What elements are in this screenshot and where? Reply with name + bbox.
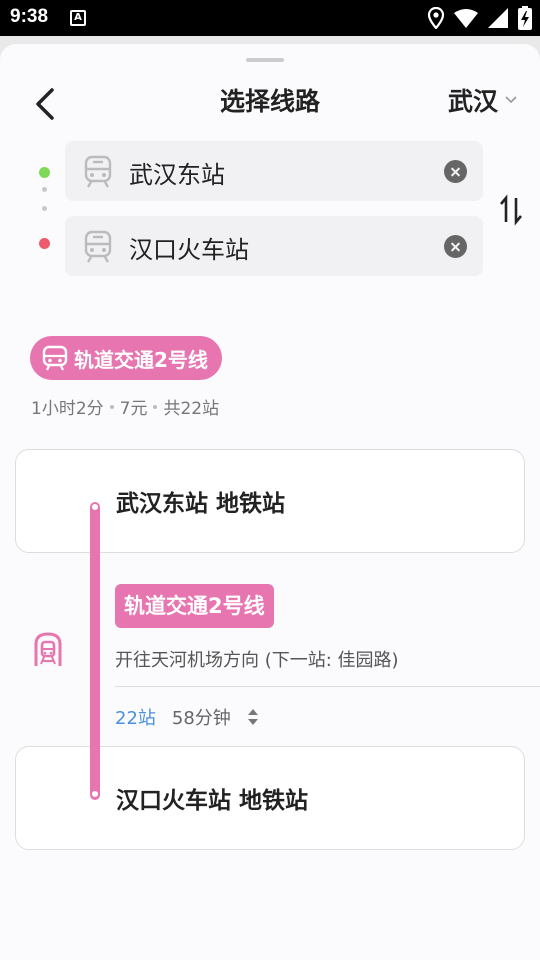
segment-stops-toggle[interactable]: 22站 58分钟 xyxy=(115,704,259,730)
swap-vertical-icon xyxy=(500,194,522,226)
route-line-bar xyxy=(90,502,100,800)
train-icon xyxy=(83,230,113,268)
clear-destination-button[interactable] xyxy=(444,235,467,258)
notification-a-icon: A xyxy=(70,10,86,26)
segment-stops: 22站 xyxy=(115,708,156,729)
route-dot xyxy=(42,206,47,211)
route-stops-total: 共22站 xyxy=(163,399,220,419)
location-icon xyxy=(427,6,445,33)
expand-updown-icon xyxy=(247,709,258,725)
line-start-dot xyxy=(92,504,98,510)
chevron-down-icon xyxy=(505,96,517,104)
divider xyxy=(115,686,540,687)
start-station-name: 武汉东站 地铁站 xyxy=(116,491,286,517)
city-selector[interactable]: 武汉 xyxy=(448,82,518,118)
status-bar: 9:38 A xyxy=(0,0,540,36)
destination-dot xyxy=(39,238,50,249)
line-end-dot xyxy=(92,791,98,797)
route-summary: 1小时2分 7元 共22站 xyxy=(31,394,219,419)
route-price: 7元 xyxy=(119,399,148,419)
clear-origin-button[interactable] xyxy=(444,160,467,183)
status-time: 9:38 xyxy=(10,6,49,27)
metro-icon xyxy=(32,632,64,672)
signal-icon xyxy=(488,8,508,32)
train-icon xyxy=(42,345,68,371)
sheet-drag-handle[interactable] xyxy=(246,58,284,62)
route-sheet: 选择线路 武汉 武汉东站 汉口火车站 轨道交通2号线 1小时2分 7元 共22站… xyxy=(0,44,540,960)
end-station-name: 汉口火车站 地铁站 xyxy=(116,788,309,814)
battery-charging-icon xyxy=(518,6,532,34)
train-icon xyxy=(83,155,113,193)
origin-input[interactable]: 武汉东站 xyxy=(129,155,225,190)
route-line-label: 轨道交通2号线 xyxy=(74,347,208,372)
destination-field[interactable]: 汉口火车站 xyxy=(65,216,483,276)
city-label: 武汉 xyxy=(447,87,498,116)
segment-duration: 58分钟 xyxy=(171,708,231,729)
separator-dot xyxy=(109,404,114,409)
swap-button[interactable] xyxy=(498,194,524,226)
origin-dot xyxy=(39,167,50,178)
separator-dot xyxy=(153,404,158,409)
wifi-icon xyxy=(454,8,478,32)
route-dot xyxy=(42,187,47,192)
segment-direction: 开往天河机场方向 (下一站: 佳园路) xyxy=(115,650,399,671)
origin-field[interactable]: 武汉东站 xyxy=(65,141,483,201)
destination-input[interactable]: 汉口火车站 xyxy=(129,230,249,265)
route-line-badge[interactable]: 轨道交通2号线 xyxy=(30,336,222,380)
route-duration: 1小时2分 xyxy=(31,399,104,419)
segment-line-tag: 轨道交通2号线 xyxy=(115,584,274,628)
